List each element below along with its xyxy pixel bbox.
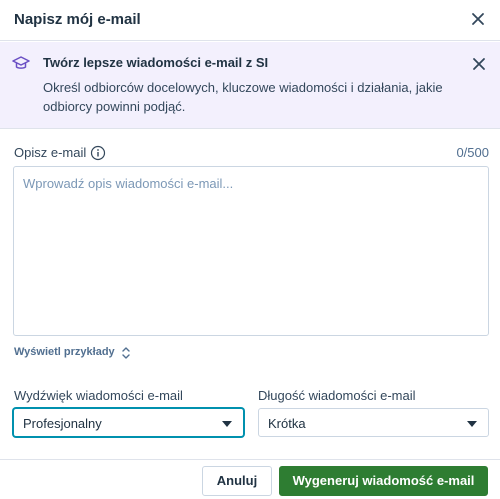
generate-email-button[interactable]: Wygeneruj wiadomość e-mail [279, 466, 488, 496]
banner-text: Określ odbiorców docelowych, kluczowe wi… [43, 80, 443, 114]
close-icon[interactable] [469, 10, 487, 28]
graduation-cap-icon [12, 55, 30, 76]
close-icon[interactable] [471, 56, 487, 72]
dialog-header: Napisz mój e-mail [0, 0, 500, 41]
description-label: Opisz e-mail [14, 145, 87, 160]
character-counter: 0/500 [456, 145, 489, 160]
show-examples-link[interactable]: Wyświetl przykłady [14, 346, 115, 358]
email-description-textarea[interactable]: Wprowadź opis wiadomości e-mail... [13, 166, 489, 336]
caret-down-icon [467, 421, 477, 427]
tone-label: Wydźwięk wiadomości e-mail [14, 388, 183, 403]
write-email-dialog: Napisz mój e-mail Twórz lepsze wiadomośc… [0, 0, 500, 499]
info-icon[interactable] [90, 145, 106, 166]
textarea-placeholder: Wprowadź opis wiadomości e-mail... [23, 176, 234, 191]
chevron-up-down-icon[interactable] [121, 346, 131, 365]
cancel-button[interactable]: Anuluj [202, 466, 272, 496]
length-select[interactable]: Krótka [258, 408, 489, 437]
dialog-title: Napisz mój e-mail [14, 11, 141, 28]
caret-down-icon [222, 421, 232, 427]
tone-select[interactable]: Profesjonalny [13, 408, 244, 437]
length-value: Krótka [268, 416, 306, 431]
tone-value: Profesjonalny [23, 416, 102, 431]
banner-title: Twórz lepsze wiadomości e-mail z SI [43, 55, 269, 70]
length-label: Długość wiadomości e-mail [258, 388, 416, 403]
